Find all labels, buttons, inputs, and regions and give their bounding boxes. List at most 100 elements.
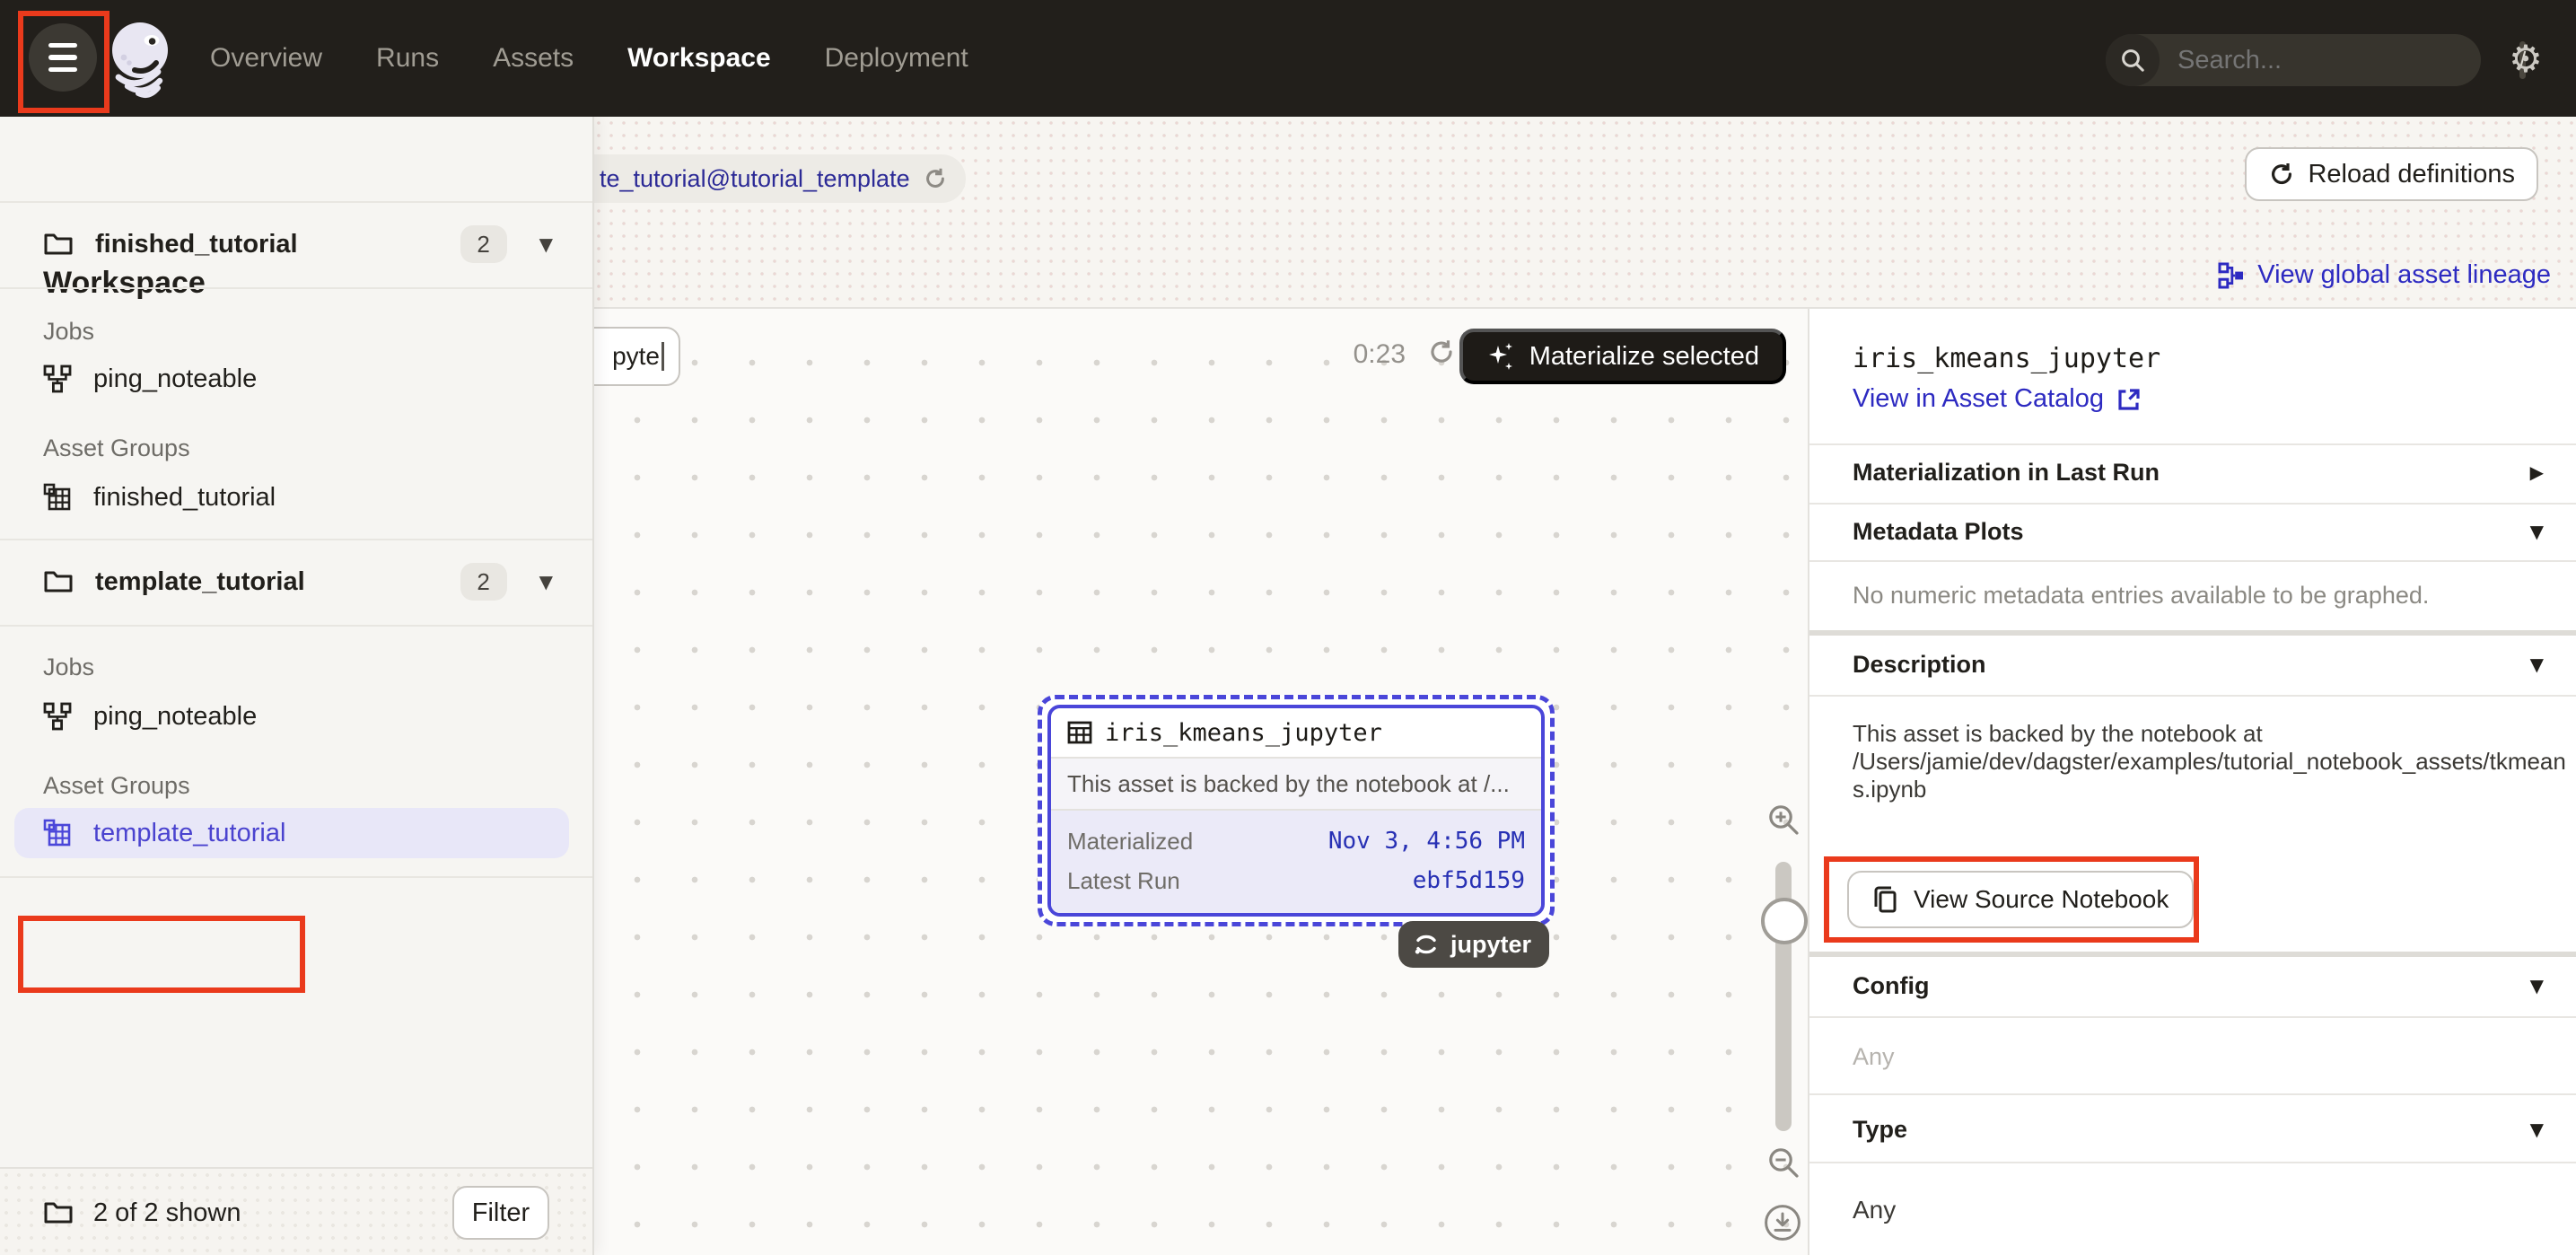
lineage-icon: [2218, 262, 2245, 289]
asset-node-stats: Materialized Nov 3, 4:56 PM Latest Run e…: [1051, 811, 1541, 913]
section-materialization-in-last-run[interactable]: Materialization in Last Run ▶: [1809, 443, 2576, 501]
section-label: Metadata Plots: [1853, 518, 2024, 546]
nav-item-workspace[interactable]: Workspace: [627, 43, 771, 74]
view-in-asset-catalog-label: View in Asset Catalog: [1853, 384, 2104, 414]
hamburger-menu-button[interactable]: [29, 23, 97, 92]
jobs-section-label: Jobs: [43, 654, 94, 681]
zoom-slider-handle[interactable]: [1761, 898, 1808, 944]
repo-count-badge: 2: [460, 225, 507, 263]
download-image-icon[interactable]: [1763, 1203, 1802, 1242]
divider: [1809, 560, 2576, 562]
folder-icon: [43, 1199, 74, 1226]
chevron-down-icon: ▼: [2530, 521, 2544, 542]
zoom-out-icon[interactable]: [1766, 1145, 1801, 1180]
section-metadata-plots[interactable]: Metadata Plots ▼: [1809, 503, 2576, 560]
job-name: ping_noteable: [93, 702, 257, 732]
section-type[interactable]: Type ▼: [1809, 1101, 2576, 1158]
annotation-box-template-tutorial: [18, 916, 305, 993]
reload-definitions-button[interactable]: Reload definitions: [2245, 147, 2538, 201]
repo-row-finished-tutorial[interactable]: finished_tutorial 2 ▼: [0, 201, 592, 287]
description-text: This asset is backed by the notebook at …: [1853, 720, 2567, 803]
divider: [1809, 1162, 2576, 1163]
group-name: template_tutorial: [93, 819, 285, 848]
external-link-icon: [2116, 387, 2142, 412]
nav-links: Overview Runs Assets Workspace Deploymen…: [210, 0, 968, 117]
search-box[interactable]: /: [2106, 34, 2481, 86]
repo-name: finished_tutorial: [95, 230, 460, 259]
top-nav-bar: Overview Runs Assets Workspace Deploymen…: [0, 0, 2576, 117]
nav-item-overview[interactable]: Overview: [210, 43, 322, 74]
section-label: Type: [1853, 1116, 1907, 1144]
search-input[interactable]: [2174, 44, 2519, 77]
view-global-asset-lineage-link[interactable]: View global asset lineage: [2218, 260, 2551, 290]
materialized-row: Materialized Nov 3, 4:56 PM: [1067, 821, 1525, 861]
section-label: Description: [1853, 651, 1986, 679]
asset-graph-canvas[interactable]: pyte 0:23 Materialize selected iris_kmea…: [592, 309, 1808, 1255]
materialize-selected-button[interactable]: Materialize selected: [1459, 329, 1786, 384]
asset-groups-section-label: Asset Groups: [43, 434, 190, 462]
view-source-notebook-label: View Source Notebook: [1914, 885, 2169, 914]
job-icon: [43, 702, 72, 731]
search-icon: [2106, 34, 2160, 86]
group-name: finished_tutorial: [93, 483, 276, 513]
sidebar-item-group-template-tutorial-selected[interactable]: template_tutorial: [14, 808, 569, 858]
divider: [0, 625, 592, 627]
section-description[interactable]: Description ▼: [1809, 636, 2576, 693]
section-config[interactable]: Config ▼: [1809, 957, 2576, 1014]
view-in-asset-catalog-link[interactable]: View in Asset Catalog: [1853, 384, 2142, 414]
latest-run-label: Latest Run: [1067, 867, 1180, 895]
asset-node-iris-kmeans-jupyter[interactable]: iris_kmeans_jupyter This asset is backed…: [1038, 695, 1555, 926]
divider: [1809, 695, 2576, 697]
shown-count-label: 2 of 2 shown: [93, 1198, 452, 1228]
divider: [0, 876, 592, 878]
nav-item-assets[interactable]: Assets: [493, 43, 574, 74]
nav-item-runs[interactable]: Runs: [376, 43, 439, 74]
dagster-logo-icon: [102, 16, 185, 99]
divider: [1809, 1016, 2576, 1018]
materialize-selected-label: Materialize selected: [1529, 342, 1759, 372]
zoom-in-icon[interactable]: [1766, 803, 1801, 837]
graph-filter-input[interactable]: pyte: [592, 327, 680, 386]
dagster-app: Overview Runs Assets Workspace Deploymen…: [0, 0, 2576, 1255]
sidebar-item-job-ping-noteable[interactable]: ping_noteable: [0, 354, 571, 404]
code-location-tag[interactable]: te_tutorial@tutorial_template: [556, 154, 966, 203]
asset-node-description: This asset is backed by the notebook at …: [1051, 759, 1541, 811]
settings-gear-icon[interactable]: ⚙: [2504, 38, 2547, 81]
refresh-icon[interactable]: [1427, 338, 1456, 366]
repo-count-badge: 2: [460, 563, 507, 601]
latest-run-value[interactable]: ebf5d159: [1413, 867, 1525, 894]
repo-row-template-tutorial[interactable]: template_tutorial 2 ▼: [0, 539, 592, 625]
asset-details-panel: iris_kmeans_jupyter View in Asset Catalo…: [1808, 309, 2576, 1255]
repo-name: template_tutorial: [95, 567, 460, 597]
asset-group-icon: [43, 819, 72, 847]
asset-node-title: iris_kmeans_jupyter: [1105, 719, 1382, 747]
kind-tag-label: jupyter: [1450, 931, 1531, 959]
chevron-down-icon[interactable]: ▼: [539, 233, 553, 255]
asset-node-header: iris_kmeans_jupyter: [1051, 708, 1541, 759]
kind-tag-jupyter[interactable]: jupyter: [1398, 921, 1549, 968]
config-value: Any: [1853, 1043, 1895, 1071]
filter-button[interactable]: Filter: [452, 1186, 549, 1240]
chevron-down-icon: ▼: [2530, 975, 2544, 996]
section-label: Config: [1853, 972, 1929, 1000]
job-icon: [43, 364, 72, 393]
jupyter-icon: [1413, 931, 1440, 958]
sidebar-item-group-finished-tutorial[interactable]: finished_tutorial: [0, 472, 571, 522]
chevron-down-icon[interactable]: ▼: [539, 571, 553, 592]
sidebar-item-job-ping-noteable[interactable]: ping_noteable: [0, 691, 571, 742]
nav-item-deployment[interactable]: Deployment: [825, 43, 968, 74]
job-name: ping_noteable: [93, 364, 257, 394]
refresh-timer: 0:23: [1354, 339, 1406, 370]
jobs-section-label: Jobs: [43, 318, 94, 346]
divider: [0, 287, 592, 289]
refresh-icon[interactable]: [923, 166, 948, 191]
reload-definitions-label: Reload definitions: [2308, 160, 2515, 189]
materialized-value[interactable]: Nov 3, 4:56 PM: [1328, 828, 1525, 855]
type-value: Any: [1853, 1196, 1896, 1224]
view-source-notebook-button[interactable]: View Source Notebook: [1847, 871, 2194, 928]
asset-group-icon: [43, 483, 72, 512]
folder-icon: [43, 568, 74, 595]
chevron-down-icon: ▼: [2530, 1119, 2544, 1140]
workspace-sidebar: Workspace finished_tutorial 2 ▼ Jobs pin…: [0, 117, 594, 1255]
table-icon: [1067, 720, 1092, 745]
